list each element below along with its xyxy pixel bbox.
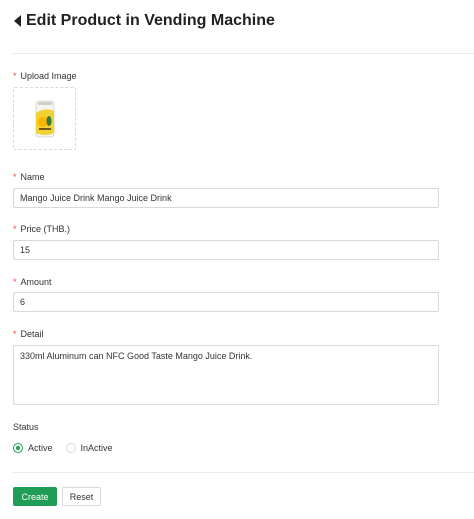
name-input[interactable]: Mango Juice Drink Mango Juice Drink <box>13 188 439 208</box>
edit-product-page: Edit Product in Vending Machine * Upload … <box>0 0 474 519</box>
upload-image-box[interactable] <box>13 87 76 150</box>
reset-button[interactable]: Reset <box>62 487 101 506</box>
name-label: * Name <box>13 172 45 182</box>
page-header: Edit Product in Vending Machine <box>14 10 275 32</box>
radio-label-active: Active <box>28 442 53 453</box>
amount-input[interactable]: 6 <box>13 292 439 312</box>
caret-left-icon[interactable] <box>14 15 21 27</box>
price-input[interactable]: 15 <box>13 240 439 260</box>
status-radio-group: Active InActive <box>13 441 126 454</box>
product-image <box>35 100 54 137</box>
page-title: Edit Product in Vending Machine <box>26 12 275 29</box>
detail-textarea[interactable]: 330ml Aluminum can NFC Good Taste Mango … <box>13 345 439 405</box>
radio-unchecked-icon[interactable] <box>65 442 76 453</box>
create-button[interactable]: Create <box>13 487 57 506</box>
header-divider <box>12 53 474 54</box>
required-mark: * <box>13 71 17 81</box>
status-label: Status <box>13 422 39 432</box>
status-option-inactive[interactable]: InActive <box>65 442 113 453</box>
radio-checked-icon[interactable] <box>13 442 23 453</box>
price-label: * Price (THB.) <box>13 224 71 234</box>
radio-label-inactive: InActive <box>80 442 113 453</box>
status-option-active[interactable]: Active <box>13 442 53 453</box>
amount-label: * Amount <box>13 277 52 287</box>
upload-image-label: * Upload Image <box>13 71 77 81</box>
footer-divider <box>12 472 474 473</box>
detail-label: * Detail <box>13 329 44 339</box>
